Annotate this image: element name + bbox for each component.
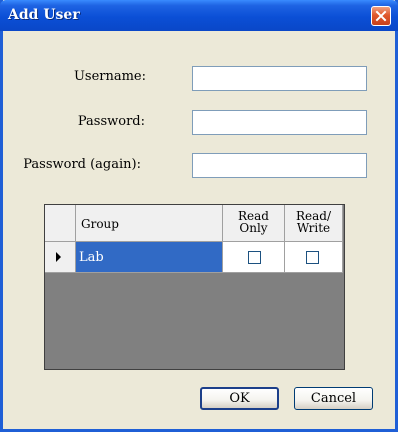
close-button[interactable] <box>371 6 391 26</box>
column-header-read-write-line1: Read/ <box>295 209 331 223</box>
cancel-button[interactable]: Cancel <box>294 387 373 410</box>
row-header-corner <box>45 205 76 242</box>
password-again-field[interactable] <box>192 153 367 178</box>
username-field[interactable] <box>192 66 367 91</box>
password-field[interactable] <box>192 110 367 135</box>
table-row-group-cell[interactable]: Lab <box>76 242 223 273</box>
column-header-read-write-line2: Write <box>296 221 331 235</box>
password-again-label: Password (again): <box>23 157 141 172</box>
table-row-read-write-cell <box>285 242 343 273</box>
column-header-group[interactable]: Group <box>76 205 223 242</box>
ok-button[interactable]: OK <box>200 387 279 410</box>
add-user-dialog: Add User Username: Password: Password (a… <box>0 0 398 432</box>
column-header-read-only-line2: Only <box>239 221 268 235</box>
table-row-read-only-cell <box>223 242 285 273</box>
current-row-arrow-icon <box>56 252 61 262</box>
column-header-read-write[interactable]: Read/ Write <box>285 205 343 242</box>
read-write-checkbox[interactable] <box>306 251 319 264</box>
read-only-checkbox[interactable] <box>248 251 261 264</box>
column-header-read-only[interactable]: Read Only <box>223 205 285 242</box>
close-icon <box>375 10 387 22</box>
group-permissions-grid[interactable]: Group Read Only Read/ Write Lab <box>44 204 345 370</box>
row-header[interactable] <box>45 242 76 273</box>
column-header-group-label: Group <box>81 217 119 231</box>
username-label: Username: <box>73 69 146 84</box>
password-label: Password: <box>77 114 145 129</box>
window-title: Add User <box>8 7 80 23</box>
group-cell-value: Lab <box>79 250 104 265</box>
title-bar[interactable]: Add User <box>0 0 398 31</box>
column-header-read-only-line1: Read <box>238 209 269 223</box>
